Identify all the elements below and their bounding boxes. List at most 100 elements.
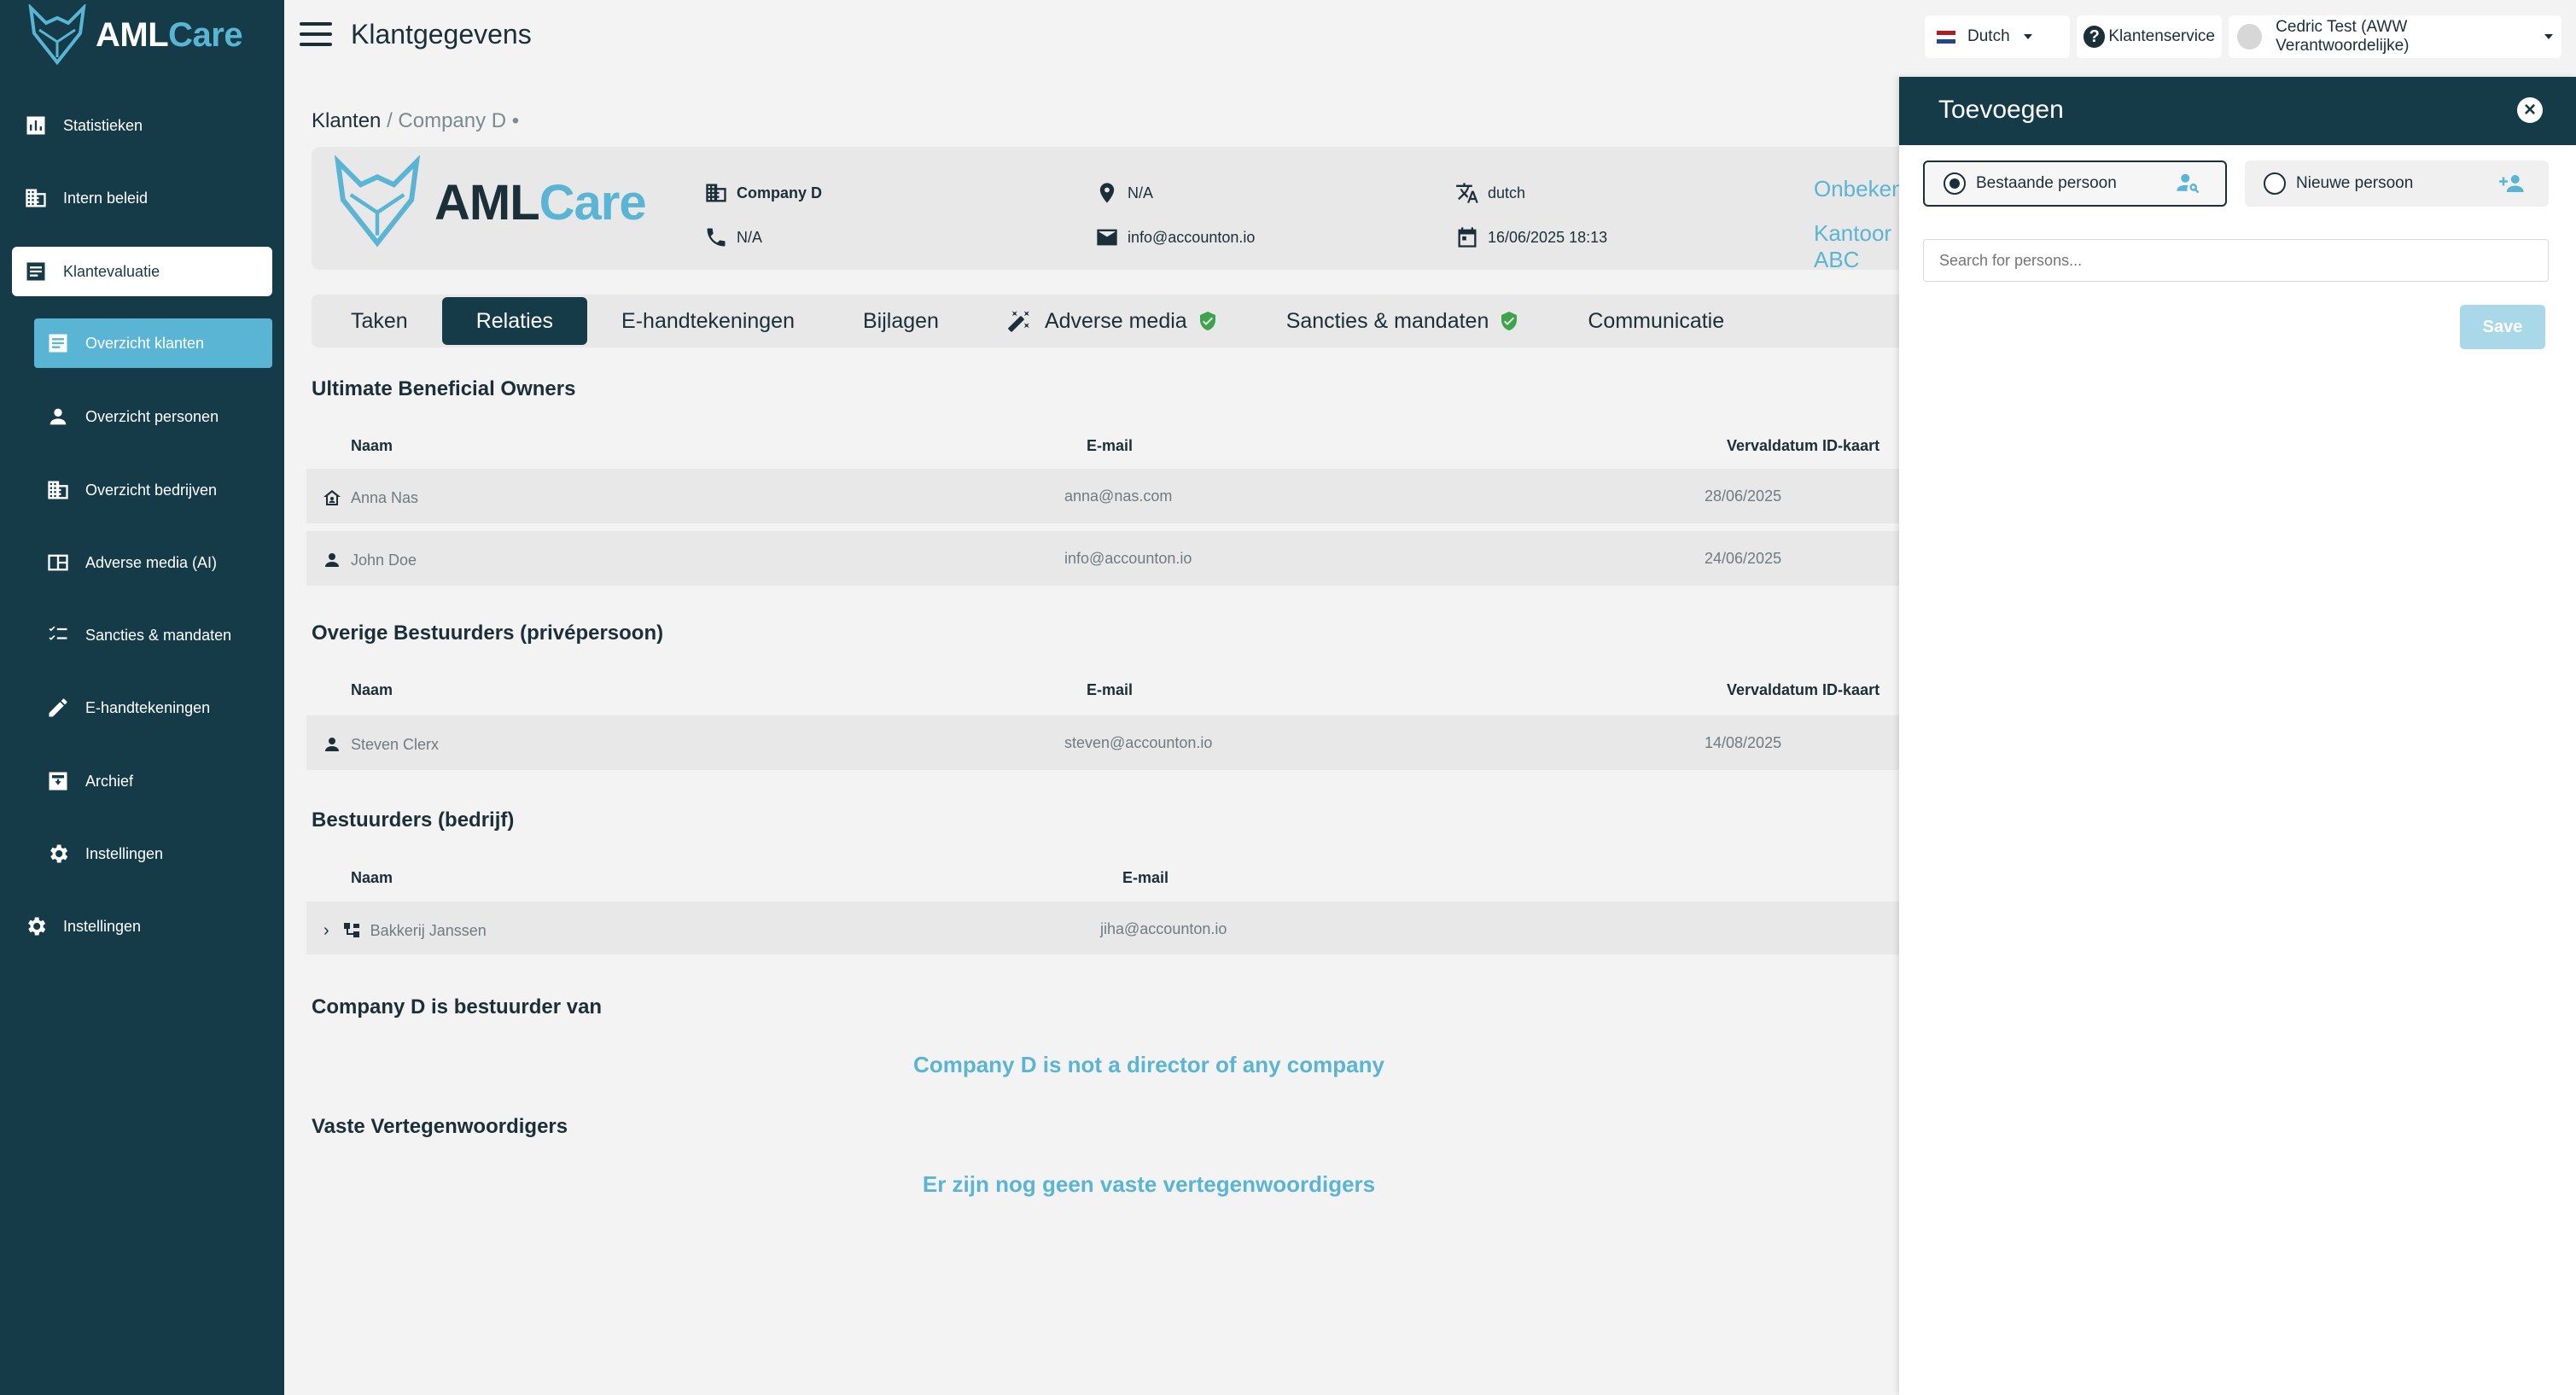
breadcrumb-root[interactable]: Klanten [312, 109, 381, 132]
sidebar-item-label: Adverse media (AI) [85, 553, 218, 571]
tab-communicatie[interactable]: Communicatie [1553, 297, 1758, 345]
menu-toggle-icon[interactable] [300, 22, 332, 48]
client-logo: AMLCare [330, 155, 647, 249]
person-search-icon [2177, 173, 2200, 194]
save-button[interactable]: Save [2460, 305, 2545, 349]
sidebar-item-overzicht-personen[interactable]: Overzicht personen [46, 392, 219, 441]
cell-expiry: 28/06/2025 [1705, 487, 1782, 505]
help-icon: ? [2084, 26, 2106, 48]
avatar [2237, 24, 2263, 50]
chevron-right-icon[interactable]: › [323, 921, 329, 941]
empty-message-representatives: Er zijn nog geen vaste vertegenwoordiger… [922, 1171, 1376, 1197]
user-menu[interactable]: Cedric Test (AWW Verantwoordelijke) [2229, 15, 2561, 58]
client-phone: N/A [704, 225, 762, 249]
sidebar-item-label: Overzicht klanten [85, 334, 205, 352]
client-date: 16/06/2025 18:13 [1455, 225, 1607, 249]
sidebar: AMLCare Statistieken Intern beleid Klant… [0, 0, 284, 1395]
add-drawer: Toevoegen × Bestaande persoon Nieuwe per… [1899, 77, 2576, 1395]
person-icon [50, 408, 67, 425]
empty-message-director-of: Company D is not a director of any compa… [913, 1052, 1384, 1077]
client-card: AMLCare Company D N/A N/A info@accounton… [312, 147, 1916, 273]
org-chart-icon [343, 923, 359, 937]
sidebar-item-archief[interactable]: Archief [46, 756, 133, 806]
table-header: Naam E-mail [351, 869, 1169, 886]
tab-bijlagen[interactable]: Bijlagen [829, 297, 973, 345]
chevron-down-icon [2544, 34, 2553, 39]
shield-check-icon [1501, 312, 1518, 330]
tab-taken[interactable]: Taken [317, 297, 442, 345]
sidebar-item-label: Instellingen [85, 844, 164, 862]
section-title-other-directors: Overige Bestuurders (privépersoon) [312, 622, 664, 645]
logo-text: AMLCare [96, 15, 243, 54]
tab-sancties-mandaten[interactable]: Sancties & mandaten [1252, 297, 1554, 345]
client-name: Company D [704, 181, 822, 205]
language-select[interactable]: Dutch [1925, 15, 2070, 58]
cell-expiry: 14/08/2025 [1705, 734, 1782, 751]
client-office[interactable]: Kantoor ABC [1814, 220, 1899, 273]
sidebar-item-sancties-mandaten[interactable]: Sancties & mandaten [46, 610, 231, 660]
section-title-company-directors: Bestuurders (bedrijf) [312, 808, 515, 832]
fox-logo-icon [28, 4, 86, 66]
option-existing-label: Bestaande persoon [1976, 174, 2117, 192]
radio-new[interactable] [2264, 172, 2286, 195]
archive-icon [49, 772, 67, 791]
magic-wand-icon [1008, 311, 1029, 332]
table-row[interactable]: Steven Clerx steven@accounton.io 14/08/2… [306, 715, 1899, 770]
table-row[interactable]: Anna Nas anna@nas.com 28/06/2025 [306, 469, 1899, 523]
tab-label: Adverse media [1044, 308, 1187, 333]
support-button[interactable]: ? Klantenservice [2077, 15, 2222, 58]
tab-adverse-media[interactable]: Adverse media [973, 297, 1252, 345]
tab-e-handtekeningen[interactable]: E-handtekeningen [587, 297, 829, 345]
user-name: Cedric Test (AWW Verantwoordelijke) [2276, 18, 2410, 55]
cell-name: John Doe [351, 551, 417, 569]
tab-label: Sancties & mandaten [1285, 308, 1489, 333]
option-existing-person[interactable]: Bestaande persoon [1923, 161, 2227, 207]
calendar-icon [1458, 227, 1477, 248]
table-header: Naam E-mail Vervaldatum ID-kaart [351, 437, 1880, 454]
sidebar-item-instellingen-sub[interactable]: Instellingen [46, 829, 163, 878]
table-row[interactable]: › Bakkerij Janssen jiha@accounton.io [306, 902, 1899, 954]
support-label: Klantenservice [2108, 27, 2215, 45]
option-new-person[interactable]: Nieuwe persoon [2245, 161, 2549, 207]
sidebar-item-overzicht-klanten[interactable]: Overzicht klanten [34, 318, 272, 368]
section-title-representatives: Vaste Vertegenwoordigers [312, 1115, 568, 1138]
drawer-header: Toevoegen × [1899, 77, 2576, 145]
sidebar-item-label: Klantevaluatie [63, 262, 160, 280]
close-icon[interactable]: × [2517, 97, 2543, 123]
language-label: Dutch [1967, 27, 2010, 45]
sidebar-item-klantevaluatie[interactable]: Klantevaluatie [12, 247, 272, 296]
sidebar-item-label: Overzicht bedrijven [85, 481, 218, 499]
mail-icon [1097, 229, 1117, 246]
person-icon [325, 553, 339, 567]
breadcrumb: Klanten / Company D • [312, 109, 519, 133]
table-row[interactable]: John Doe info@accounton.io 24/06/2025 [306, 531, 1899, 586]
sidebar-item-adverse-media[interactable]: Adverse media (AI) [46, 538, 217, 587]
cell-email: info@accounton.io [1064, 550, 1192, 567]
cell-email: anna@nas.com [1064, 487, 1173, 505]
bar-chart-icon [26, 116, 45, 135]
app-logo[interactable]: AMLCare [26, 4, 243, 66]
pen-icon [49, 698, 67, 717]
search-persons-input[interactable] [1923, 239, 2549, 282]
client-logo-text: AMLCare [434, 174, 647, 231]
tab-relaties[interactable]: Relaties [441, 297, 588, 345]
translate-icon [1456, 183, 1478, 203]
section-title-director-of: Company D is bestuurder van [312, 995, 603, 1019]
fox-logo-icon [334, 155, 421, 248]
sidebar-item-overzicht-bedrijven[interactable]: Overzicht bedrijven [46, 465, 217, 515]
home-person-icon [323, 490, 341, 505]
sidebar-item-instellingen[interactable]: Instellingen [24, 902, 141, 951]
sidebar-item-intern-beleid[interactable]: Intern beleid [24, 173, 148, 223]
building-icon [48, 481, 68, 499]
sidebar-item-statistieken[interactable]: Statistieken [24, 101, 143, 150]
radio-existing[interactable] [1944, 172, 1966, 195]
topbar: Klantgegevens Dutch ? Klantenservice Ced… [284, 0, 2576, 77]
sidebar-item-e-handtekeningen[interactable]: E-handtekeningen [46, 683, 210, 733]
sidebar-item-label: Statistieken [63, 116, 143, 134]
sidebar-item-label: Intern beleid [63, 189, 149, 207]
building-icon [706, 184, 726, 202]
main-content: Klanten / Company D • AMLCare Company D … [284, 77, 1916, 1395]
cell-expiry: 24/06/2025 [1705, 550, 1782, 567]
sidebar-item-label: Archief [85, 772, 134, 790]
newspaper-icon [48, 554, 68, 571]
